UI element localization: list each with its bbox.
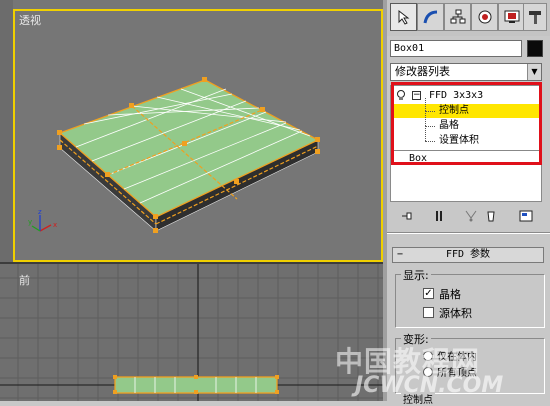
hierarchy-tab[interactable] (444, 3, 471, 31)
make-unique-icon[interactable] (462, 207, 480, 225)
all-vertices-label: 所有顶点 (437, 368, 477, 379)
motion-wheel-icon (478, 10, 491, 24)
modify-tab[interactable] (417, 3, 444, 31)
utilities-tab[interactable] (523, 3, 547, 31)
ffd-parameters-rollout: − FFD 参数 显示: ✓ 晶格 源体积 变形: 仅在体内 所有顶点 控制点 (387, 240, 550, 406)
rollout-title: FFD 参数 (445, 249, 491, 260)
modify-curve-icon (423, 10, 437, 24)
chevron-down-icon[interactable]: ▼ (527, 64, 541, 80)
utilities-hammer-icon (529, 11, 541, 24)
stack-toolbar (390, 207, 545, 227)
collapse-minus-icon: − (397, 249, 404, 260)
panel-separator (387, 232, 550, 234)
display-group-title: 显示: (401, 267, 431, 283)
command-panel-tabs (387, 0, 550, 36)
perspective-viewport[interactable]: x z y 透视 (0, 0, 383, 262)
modifier-list-label: 修改器列表 (395, 65, 450, 78)
front-grid (0, 264, 383, 401)
motion-tab[interactable] (471, 3, 498, 31)
source-volume-label: 源体积 (439, 307, 472, 320)
front-viewport[interactable]: 前 (0, 264, 383, 401)
perspective-viewport-label[interactable]: 透视 (19, 12, 41, 28)
control-points-group-title: 控制点 (401, 391, 435, 406)
highlight-frame (391, 82, 542, 165)
all-vertices-radio[interactable] (423, 367, 433, 377)
deform-group-title: 变形: (401, 331, 431, 347)
only-in-volume-radio[interactable] (423, 351, 433, 361)
pin-stack-icon[interactable] (398, 207, 416, 225)
object-name-field[interactable]: Box01 (390, 40, 522, 57)
lattice-label: 晶格 (439, 288, 461, 301)
select-arrow-icon (398, 9, 409, 25)
create-tab[interactable] (390, 3, 417, 31)
hierarchy-icon (450, 9, 465, 24)
remove-modifier-icon[interactable] (482, 207, 500, 225)
show-end-result-icon[interactable] (430, 207, 448, 225)
source-volume-checkbox[interactable] (423, 307, 434, 318)
front-viewport-label[interactable]: 前 (19, 272, 30, 288)
active-viewport-border (13, 9, 383, 262)
only-in-volume-label: 仅在体内 (437, 352, 477, 363)
rollout-header[interactable]: − FFD 参数 (392, 247, 544, 263)
modifier-list-dropdown[interactable]: 修改器列表 ▼ (390, 63, 542, 81)
lattice-checkbox[interactable]: ✓ (423, 288, 434, 299)
command-panel: Box01 修改器列表 ▼ − FFD 3x3x3 控制点 晶格 设置体积 Bo… (387, 0, 550, 406)
configure-modifier-sets-icon[interactable] (517, 207, 535, 225)
object-color-swatch[interactable] (527, 40, 543, 57)
display-tab[interactable] (498, 3, 525, 31)
display-monitor-icon (504, 10, 519, 23)
